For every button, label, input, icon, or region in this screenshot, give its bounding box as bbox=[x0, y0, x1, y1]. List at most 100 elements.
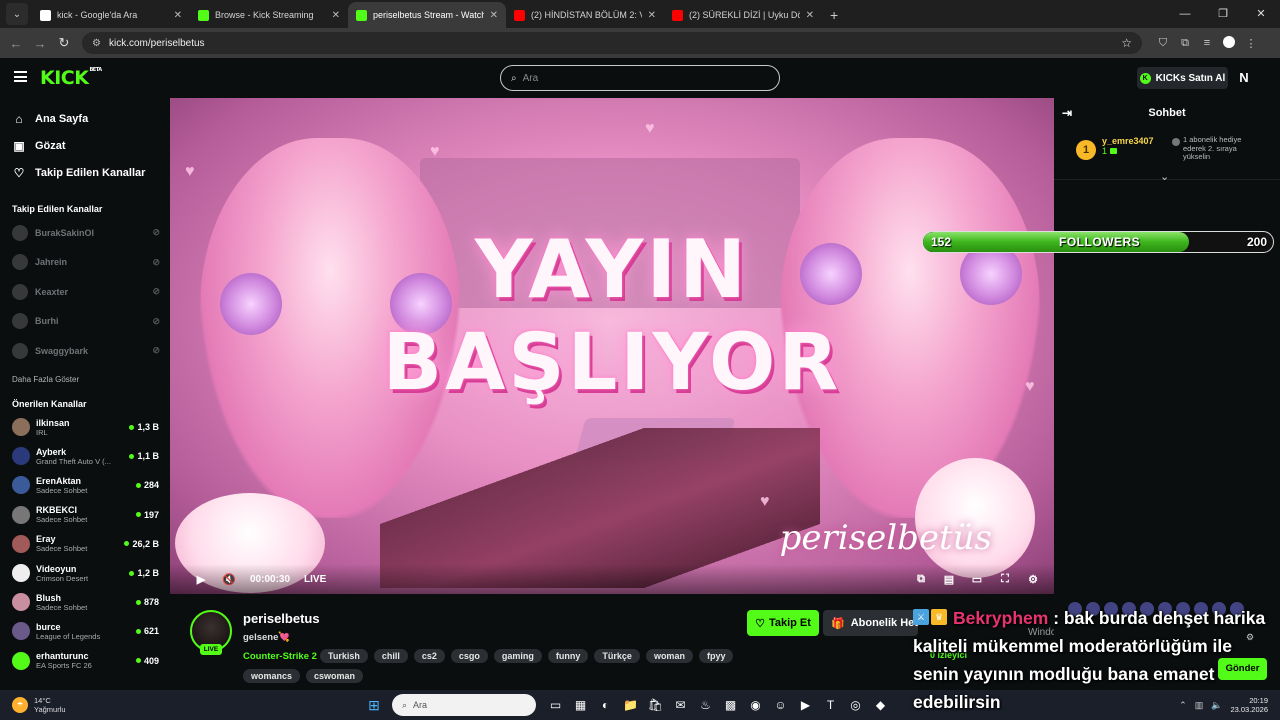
address-bar[interactable]: ⚙ kick.com/periselbetus ☆ bbox=[82, 32, 1142, 54]
tab-close-icon[interactable]: ✕ bbox=[806, 10, 814, 21]
site-info-icon[interactable]: ⚙ bbox=[92, 38, 101, 49]
stream-tag[interactable]: csgo bbox=[450, 649, 488, 663]
search-input[interactable]: ⌕ Ara bbox=[500, 65, 780, 91]
profile-avatar[interactable] bbox=[1218, 35, 1240, 51]
tab-close-icon[interactable]: ✕ bbox=[490, 10, 498, 21]
minecraft-icon[interactable]: ▩ bbox=[719, 695, 742, 715]
file-explorer-icon[interactable]: 📁 bbox=[619, 695, 642, 715]
browser-tab[interactable]: periselbetus Stream - Watch Li ✕ bbox=[348, 2, 506, 28]
browser-tab[interactable]: (2) HİNDİSTAN BÖLÜM 2: VARA ✕ bbox=[506, 2, 664, 28]
recommended-channel[interactable]: Videoyun Crimson Desert 1,2 B bbox=[0, 558, 170, 587]
stream-tag[interactable]: chill bbox=[373, 649, 408, 663]
recommended-channel[interactable]: burce League of Legends 621 bbox=[0, 617, 170, 646]
weather-widget[interactable]: ☂ 14°C Yağmurlu bbox=[0, 696, 200, 714]
hamburger-menu-icon[interactable] bbox=[14, 71, 27, 82]
widgets-icon[interactable]: ▦ bbox=[569, 695, 592, 715]
browser-tab[interactable]: Browse - Kick Streaming ✕ bbox=[190, 2, 348, 28]
followed-channel[interactable]: Burhi ⊘ bbox=[0, 307, 170, 337]
buy-kicks-button[interactable]: K KICKs Satın Al bbox=[1137, 67, 1228, 89]
channel-name[interactable]: periselbetus bbox=[243, 611, 320, 626]
recommended-channel[interactable]: ilkinsan IRL 1,3 B bbox=[0, 413, 170, 442]
stream-tag[interactable]: gaming bbox=[493, 649, 542, 663]
media-player-icon[interactable]: ▶ bbox=[794, 695, 817, 715]
expand-leaderboard-icon[interactable]: ⌄ bbox=[1160, 170, 1169, 183]
browser-tab[interactable]: (2) SÜREKLİ DİZİ | Uyku Döngü ✕ bbox=[664, 2, 822, 28]
shield-extension-icon[interactable]: ⛉ bbox=[1152, 37, 1174, 50]
show-more-link[interactable]: Daha Fazla Göster bbox=[0, 371, 170, 389]
collapse-chat-icon[interactable]: ⇥ bbox=[1062, 106, 1072, 120]
recommended-channel[interactable]: Ayberk Grand Theft Auto V (... 1,1 B bbox=[0, 442, 170, 471]
tab-search-menu-button[interactable]: ⌄ bbox=[6, 3, 28, 25]
chrome-icon[interactable]: ◉ bbox=[744, 695, 767, 715]
recommended-channel-name: burce bbox=[36, 621, 61, 632]
browser-tab[interactable]: kick - Google'da Ara ✕ bbox=[32, 2, 190, 28]
followed-channel-name: Jahrein bbox=[35, 257, 68, 268]
clip-icon[interactable]: ▤ bbox=[942, 573, 956, 586]
fullscreen-icon[interactable]: ⛶ bbox=[998, 573, 1012, 586]
stream-tag[interactable]: womancs bbox=[243, 669, 301, 683]
mute-icon[interactable]: 🔇 bbox=[222, 573, 236, 586]
kick-logo[interactable]: KICKBETA bbox=[40, 67, 102, 89]
tab-close-icon[interactable]: ✕ bbox=[332, 10, 340, 21]
recommended-channel[interactable]: RKBEKCI Sadece Sohbet 197 bbox=[0, 500, 170, 529]
reload-button[interactable]: ↻ bbox=[52, 35, 76, 51]
pip-icon[interactable]: ⧉ bbox=[914, 573, 928, 586]
discord-icon[interactable]: ☺ bbox=[769, 695, 792, 715]
task-view-icon[interactable]: ▭ bbox=[544, 695, 567, 715]
stream-tag[interactable]: cswoman bbox=[306, 669, 364, 683]
play-icon[interactable]: ▶ bbox=[194, 573, 208, 586]
tab-close-icon[interactable]: ✕ bbox=[648, 10, 656, 21]
close-window-button[interactable]: ✕ bbox=[1242, 0, 1280, 28]
followed-channel[interactable]: Swaggybark ⊘ bbox=[0, 336, 170, 366]
settings-gear-icon[interactable]: ⚙ bbox=[1026, 573, 1040, 586]
tab-close-icon[interactable]: ✕ bbox=[174, 10, 182, 21]
recommended-channel[interactable]: Eray Sadece Sohbet 26,2 B bbox=[0, 529, 170, 558]
sidebar-nav-item[interactable]: ♡ Takip Edilen Kanallar bbox=[0, 159, 170, 186]
stream-tag[interactable]: woman bbox=[645, 649, 693, 663]
followed-channel[interactable]: BurakSakinOl ⊘ bbox=[0, 218, 170, 248]
theater-mode-icon[interactable]: ▭ bbox=[970, 573, 984, 586]
taskbar-search[interactable]: ⌕ Ara bbox=[392, 694, 536, 716]
back-button[interactable]: ← bbox=[4, 36, 28, 51]
media-control-icon[interactable]: ≡ bbox=[1196, 37, 1218, 49]
mail-icon[interactable]: ✉ bbox=[669, 695, 692, 715]
steam-icon[interactable]: ♨ bbox=[694, 695, 717, 715]
kicks-coin-icon: K bbox=[1139, 72, 1151, 84]
restore-button[interactable]: ❐ bbox=[1204, 0, 1242, 28]
new-tab-button[interactable]: + bbox=[822, 7, 846, 28]
extra-app-icon[interactable]: ◆ bbox=[869, 695, 892, 715]
followed-channel[interactable]: Keaxter ⊘ bbox=[0, 277, 170, 307]
stream-tag[interactable]: Turkish bbox=[320, 649, 368, 663]
recommended-channel[interactable]: erhanturunc EA Sports FC 26 409 bbox=[0, 646, 170, 675]
teams-icon[interactable]: T bbox=[819, 695, 842, 715]
recommended-channel[interactable]: ErenAktan Sadece Sohbet 284 bbox=[0, 471, 170, 500]
store-icon[interactable]: 🛍 bbox=[644, 695, 667, 715]
recommended-channel-name: Eray bbox=[36, 534, 56, 545]
gift-subscription-button[interactable]: 🎁 Abonelik Hediye Et bbox=[823, 610, 918, 636]
sidebar-nav-item[interactable]: ▣ Gözat bbox=[0, 132, 170, 159]
forward-button[interactable]: → bbox=[28, 36, 52, 51]
leader-username[interactable]: y_emre3407 bbox=[1102, 136, 1166, 146]
notifications-button[interactable]: N bbox=[1234, 67, 1254, 89]
stream-category-link[interactable]: Counter-Strike 2 bbox=[243, 651, 317, 662]
follow-button[interactable]: ♡ Takip Et bbox=[747, 610, 819, 636]
edge-icon[interactable]: ◐ bbox=[594, 695, 617, 715]
followed-channel[interactable]: Jahrein ⊘ bbox=[0, 248, 170, 278]
stream-tag[interactable]: cs2 bbox=[413, 649, 445, 663]
stream-tag[interactable]: Türkçe bbox=[594, 649, 640, 663]
send-chat-button[interactable]: Gönder bbox=[1218, 658, 1267, 680]
recommended-channel[interactable]: Blush Sadece Sohbet 878 bbox=[0, 588, 170, 617]
recommended-channel-category: Sadece Sohbet bbox=[36, 544, 88, 554]
stream-tag[interactable]: funny bbox=[547, 649, 589, 663]
extensions-puzzle-icon[interactable]: ⧉ bbox=[1174, 37, 1196, 50]
viewer-count-value: 197 bbox=[143, 509, 159, 520]
obs-icon[interactable]: ◎ bbox=[844, 695, 867, 715]
viewer-count-value: 1,3 B bbox=[137, 422, 159, 433]
browser-menu-icon[interactable]: ⋮ bbox=[1240, 37, 1262, 50]
sidebar-nav-item[interactable]: ⌂ Ana Sayfa bbox=[0, 105, 170, 132]
bookmark-star-icon[interactable]: ☆ bbox=[1121, 36, 1132, 50]
start-menu-icon[interactable]: ⊞ bbox=[364, 697, 384, 714]
stream-tag[interactable]: fpyy bbox=[698, 649, 734, 663]
minimize-button[interactable]: — bbox=[1166, 0, 1204, 28]
video-player[interactable]: ♥ ♥ ♥ ♥ ♥ YAYIN BAŞLIYOR periselbetüs ▶ … bbox=[170, 98, 1054, 594]
